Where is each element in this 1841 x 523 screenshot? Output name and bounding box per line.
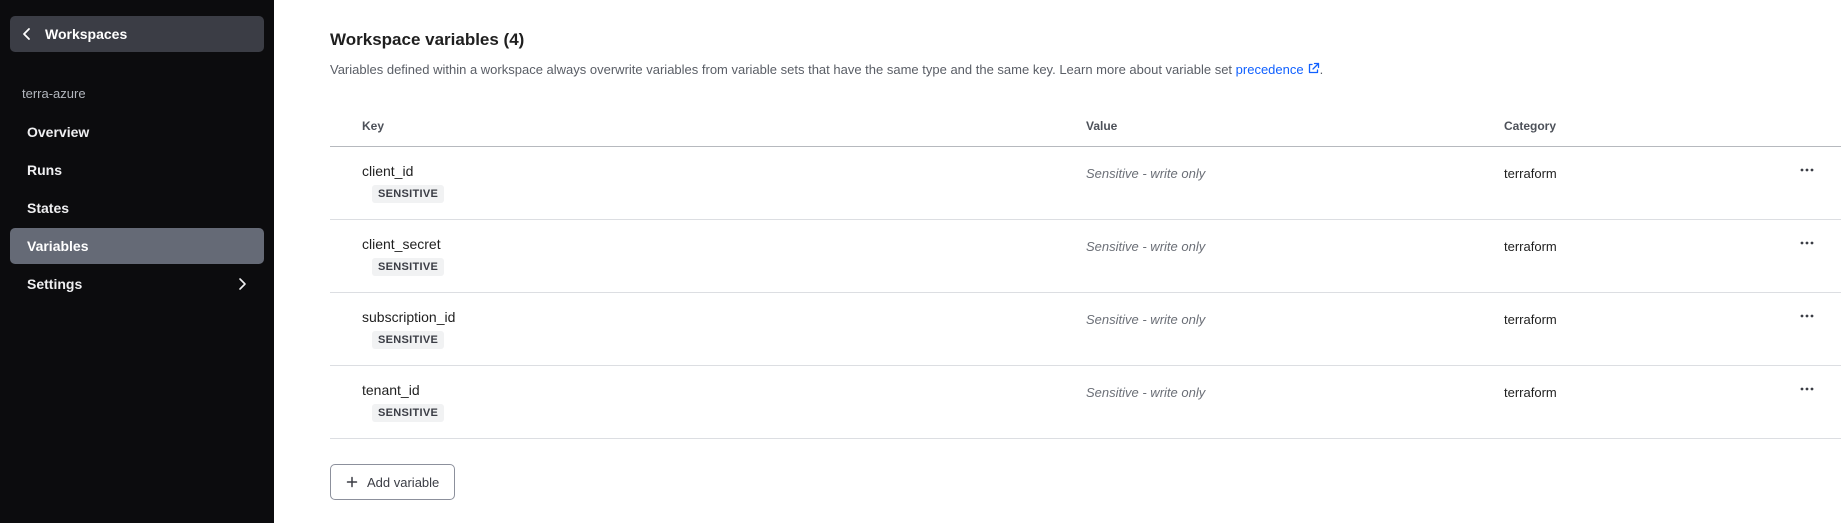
variable-key: client_secret bbox=[362, 236, 441, 252]
category-cell: terraform bbox=[1504, 293, 1771, 365]
variable-value: Sensitive - write only bbox=[1086, 166, 1206, 181]
sidebar-item-label: Runs bbox=[27, 162, 62, 178]
key-cell: subscription_id SENSITIVE bbox=[330, 293, 1086, 365]
table-row: tenant_id SENSITIVE Sensitive - write on… bbox=[330, 366, 1841, 439]
category-cell: terraform bbox=[1504, 147, 1771, 219]
value-cell: Sensitive - write only bbox=[1086, 293, 1504, 365]
variable-key: client_id bbox=[362, 163, 414, 179]
table-header: Key Value Category bbox=[330, 105, 1841, 147]
key-cell: client_secret SENSITIVE bbox=[330, 220, 1086, 292]
category-cell: terraform bbox=[1504, 366, 1771, 438]
back-to-workspaces-button[interactable]: Workspaces bbox=[10, 16, 264, 52]
app-root: Workspaces terra-azure Overview Runs Sta… bbox=[0, 0, 1841, 523]
add-variable-button[interactable]: Add variable bbox=[330, 464, 456, 500]
chevron-right-icon bbox=[238, 277, 247, 291]
sidebar-item-variables[interactable]: Variables bbox=[10, 228, 264, 264]
key-cell: tenant_id SENSITIVE bbox=[330, 366, 1086, 438]
table-row: subscription_id SENSITIVE Sensitive - wr… bbox=[330, 293, 1841, 366]
sidebar-item-label: States bbox=[27, 200, 70, 216]
sidebar-item-states[interactable]: States bbox=[10, 190, 264, 226]
variable-category: terraform bbox=[1504, 385, 1557, 400]
sidebar-item-label: Variables bbox=[27, 238, 89, 254]
more-horizontal-icon[interactable] bbox=[1795, 307, 1819, 325]
sidebar-item-settings[interactable]: Settings bbox=[10, 266, 264, 302]
column-header-category: Category bbox=[1504, 118, 1557, 133]
category-cell: terraform bbox=[1504, 220, 1771, 292]
variable-category: terraform bbox=[1504, 166, 1557, 181]
description-suffix: . bbox=[1319, 62, 1324, 77]
plus-icon bbox=[346, 476, 358, 488]
add-variable-label: Add variable bbox=[367, 474, 440, 490]
page-title: Workspace variables (4) bbox=[330, 30, 525, 49]
variable-category: terraform bbox=[1504, 312, 1557, 327]
variable-value: Sensitive - write only bbox=[1086, 239, 1206, 254]
key-cell: client_id SENSITIVE bbox=[330, 147, 1086, 219]
chevron-left-icon bbox=[22, 27, 31, 41]
sidebar-item-overview[interactable]: Overview bbox=[10, 114, 264, 150]
description-text: Variables defined within a workspace alw… bbox=[330, 62, 1236, 77]
variable-value: Sensitive - write only bbox=[1086, 385, 1206, 400]
sensitive-badge: SENSITIVE bbox=[372, 404, 445, 422]
workspace-name: terra-azure bbox=[22, 86, 86, 101]
more-horizontal-icon[interactable] bbox=[1795, 161, 1819, 179]
more-horizontal-icon[interactable] bbox=[1795, 234, 1819, 252]
variable-value: Sensitive - write only bbox=[1086, 312, 1206, 327]
value-cell: Sensitive - write only bbox=[1086, 220, 1504, 292]
table-row: client_secret SENSITIVE Sensitive - writ… bbox=[330, 220, 1841, 293]
sensitive-badge: SENSITIVE bbox=[372, 185, 445, 203]
column-header-value: Value bbox=[1086, 118, 1118, 133]
sidebar-item-runs[interactable]: Runs bbox=[10, 152, 264, 188]
precedence-link-label: precedence bbox=[1235, 62, 1304, 77]
variables-table: Key Value Category client_id SENSITIVE S… bbox=[330, 105, 1841, 439]
precedence-link[interactable]: precedence bbox=[1236, 62, 1320, 77]
variable-key: subscription_id bbox=[362, 309, 456, 325]
variable-category: terraform bbox=[1504, 239, 1557, 254]
sidebar-item-label: Overview bbox=[27, 124, 90, 140]
sensitive-badge: SENSITIVE bbox=[372, 258, 445, 276]
variable-key: tenant_id bbox=[362, 382, 420, 398]
external-link-icon bbox=[1307, 62, 1320, 75]
more-horizontal-icon[interactable] bbox=[1795, 380, 1819, 398]
value-cell: Sensitive - write only bbox=[1086, 147, 1504, 219]
page-description: Variables defined within a workspace alw… bbox=[330, 62, 1841, 80]
main-content: Workspace variables (4) Variables define… bbox=[274, 0, 1841, 523]
sensitive-badge: SENSITIVE bbox=[372, 331, 445, 349]
back-button-label: Workspaces bbox=[45, 26, 128, 42]
value-cell: Sensitive - write only bbox=[1086, 366, 1504, 438]
table-row: client_id SENSITIVE Sensitive - write on… bbox=[330, 147, 1841, 220]
sidebar: Workspaces terra-azure Overview Runs Sta… bbox=[0, 0, 274, 523]
column-header-key: Key bbox=[362, 118, 385, 133]
sidebar-item-label: Settings bbox=[27, 276, 83, 292]
